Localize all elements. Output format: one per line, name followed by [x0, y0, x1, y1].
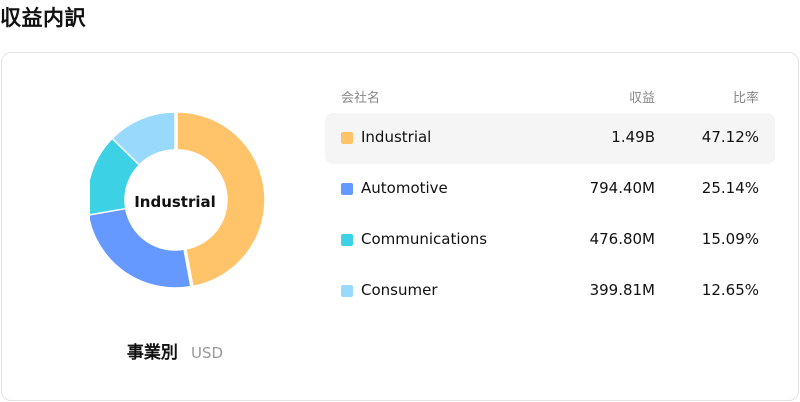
legend-name: Industrial — [361, 128, 432, 146]
legend-swatch — [341, 183, 353, 195]
legend-table: 会社名 収益 比率 Industrial 1.49B 47.12% Automotiv… — [325, 82, 775, 299]
donut-slice-automotive[interactable] — [90, 207, 192, 289]
page-title: 収益内訳 — [0, 6, 86, 30]
legend-swatch — [341, 285, 353, 297]
legend-ratio: 12.65% — [701, 281, 759, 299]
legend-swatch — [341, 132, 353, 144]
legend-row-industrial[interactable]: Industrial 1.49B 47.12% — [325, 113, 775, 164]
donut-chart: Industrial — [90, 112, 266, 289]
legend-ratio: 15.09% — [701, 230, 759, 248]
chart-caption-title: 事業別 — [126, 343, 178, 363]
chart-caption: 事業別 USD — [0, 338, 350, 363]
legend-swatch — [341, 234, 353, 246]
header-ratio: 比率 — [732, 91, 759, 106]
legend-table-header: 会社名 収益 比率 — [325, 82, 775, 112]
legend-row-consumer[interactable]: Consumer 399.81M 12.65% — [325, 266, 775, 317]
legend-value: 399.81M — [589, 281, 655, 299]
legend-row-automotive[interactable]: Automotive 794.40M 25.14% — [325, 164, 775, 215]
legend-row-communications[interactable]: Communications 476.80M 15.09% — [325, 215, 775, 266]
header-company: 会社名 — [341, 91, 381, 106]
donut-center-label: Industrial — [134, 193, 216, 211]
legend-ratio: 47.12% — [701, 128, 759, 146]
legend-value: 476.80M — [589, 230, 655, 248]
legend-value: 794.40M — [589, 179, 655, 197]
legend-value: 1.49B — [611, 128, 655, 146]
chart-caption-unit: USD — [191, 344, 224, 362]
header-revenue: 収益 — [628, 91, 655, 106]
legend-name: Automotive — [361, 179, 448, 197]
legend-ratio: 25.14% — [701, 179, 759, 197]
legend-name: Communications — [361, 230, 488, 248]
legend-name: Consumer — [361, 281, 438, 299]
